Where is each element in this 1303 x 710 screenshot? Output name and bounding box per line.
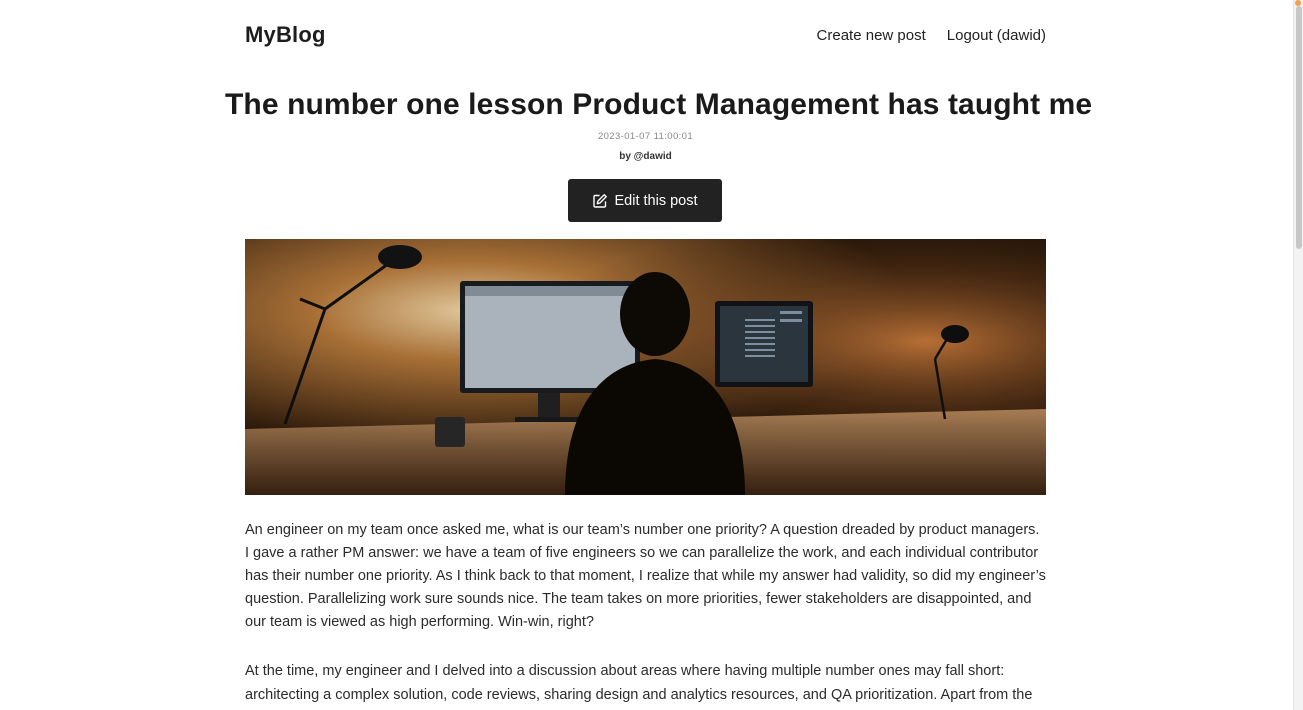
site-header: MyBlog Create new post Logout (dawid) xyxy=(245,0,1046,72)
author-prefix: by xyxy=(619,151,631,162)
top-nav: Create new post Logout (dawid) xyxy=(817,27,1046,44)
edit-post-label: Edit this post xyxy=(614,192,698,209)
create-post-link[interactable]: Create new post xyxy=(817,27,926,44)
scrollbar-thumb[interactable] xyxy=(1296,6,1302,249)
post-body: An engineer on my team once asked me, wh… xyxy=(245,519,1046,710)
post-date: 2023-01-07 11:00:01 xyxy=(597,131,694,142)
brand-logo-link[interactable]: MyBlog xyxy=(245,22,326,48)
post-hero-image xyxy=(245,239,1046,495)
logout-link[interactable]: Logout (dawid) xyxy=(947,27,1046,44)
post-paragraph: An engineer on my team once asked me, wh… xyxy=(245,522,1046,631)
post-title: The number one lesson Product Management… xyxy=(225,88,1093,121)
edit-post-button[interactable]: Edit this post xyxy=(568,179,722,222)
pencil-square-icon xyxy=(592,193,608,209)
author-handle: @dawid xyxy=(633,151,672,162)
vertical-scrollbar[interactable] xyxy=(1293,0,1303,710)
post-paragraph: At the time, my engineer and I delved in… xyxy=(245,663,1033,703)
page: MyBlog Create new post Logout (dawid) Th… xyxy=(0,0,1303,710)
post-author: by @dawid xyxy=(245,151,1046,162)
